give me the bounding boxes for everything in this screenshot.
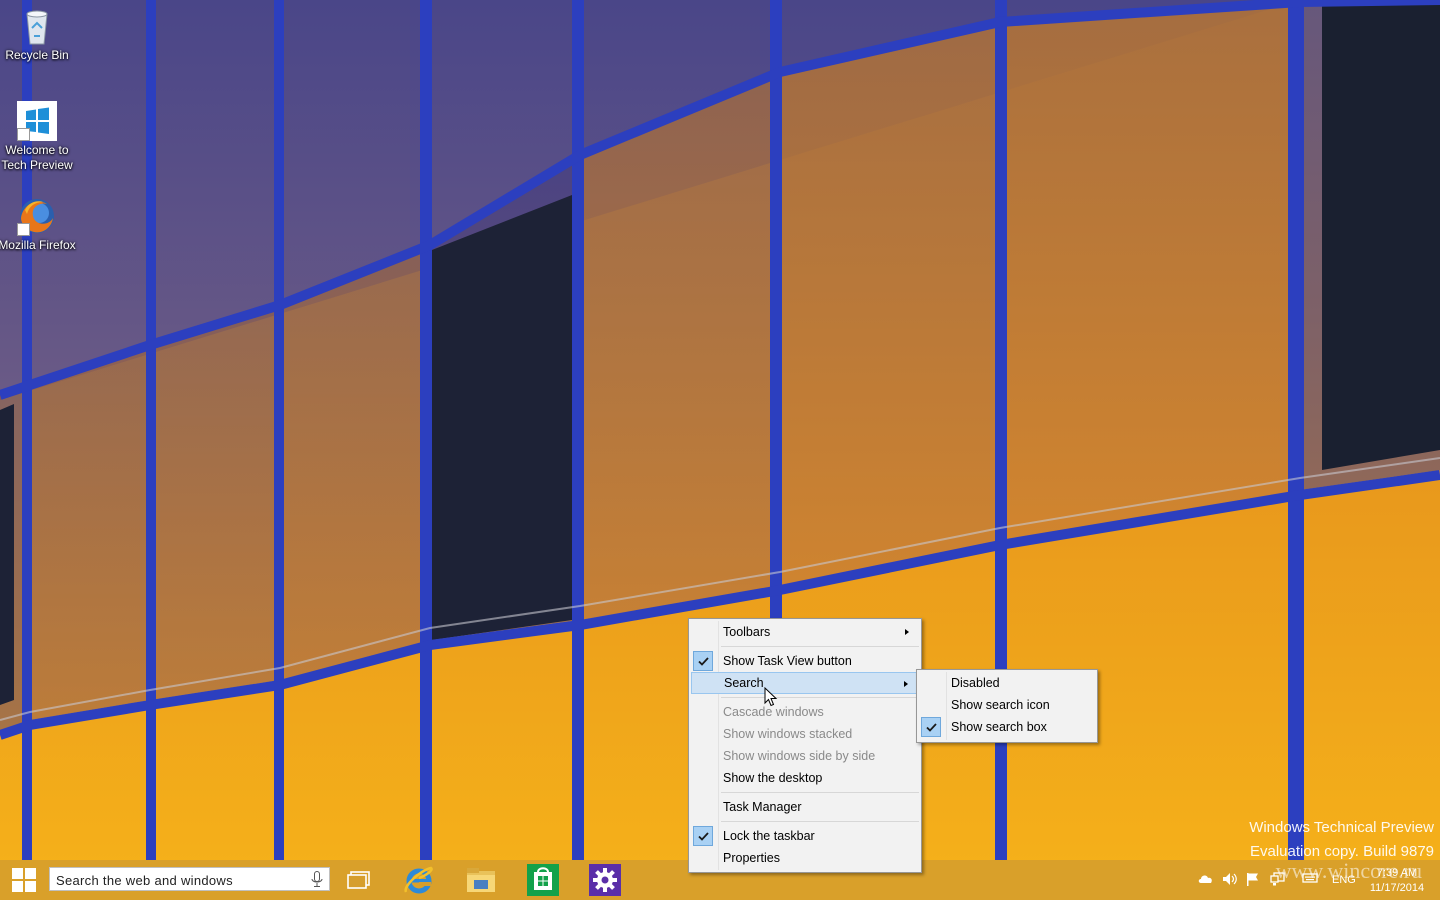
menu-separator [721,792,919,793]
menu-item-label: Show search box [951,720,1047,734]
task-view-icon [347,871,370,889]
submenu-item-show-search-box[interactable]: Show search box [919,716,1095,738]
submenu-item-show-search-icon[interactable]: Show search icon [919,694,1095,716]
internet-explorer-icon [404,866,433,894]
menu-item-show-task-view-button[interactable]: Show Task View button [691,650,919,672]
menu-item-label: Cascade windows [723,705,824,719]
menu-item-task-manager[interactable]: Task Manager [691,796,919,818]
store-icon [527,864,559,896]
desktop-icon-label: Welcome to Tech Preview [1,143,73,172]
submenu-arrow-icon [904,681,908,687]
taskbar-search-box[interactable] [49,867,330,891]
menu-item-label: Toolbars [723,625,771,639]
submenu-item-disabled[interactable]: Disabled [919,672,1095,694]
search-input[interactable] [54,869,308,891]
menu-item-lock-the-taskbar[interactable]: Lock the taskbar [691,825,919,847]
menu-separator [721,646,919,647]
menu-item-label: Search [724,676,764,690]
menu-item-label: Show search icon [951,698,1050,712]
file-explorer-icon [467,868,495,892]
action-center-flag-icon[interactable] [1246,872,1260,886]
start-button[interactable] [0,860,48,900]
submenu-arrow-icon [905,629,909,635]
menu-item-show-the-desktop[interactable]: Show the desktop [691,767,919,789]
desktop-icon-label: Recycle Bin [5,48,69,62]
menu-item-label: Lock the taskbar [723,829,815,843]
menu-item-show-windows-side-by-side: Show windows side by side [691,745,919,767]
windows-logo-icon [17,101,57,141]
checkmark-icon [693,826,713,846]
task-view-button[interactable] [338,860,380,900]
microphone-icon[interactable] [311,871,323,888]
menu-separator [721,821,919,822]
menu-item-label: Properties [723,851,780,865]
checkmark-icon [693,651,713,671]
menu-item-properties[interactable]: Properties [691,847,919,869]
volume-icon[interactable] [1222,872,1238,886]
menu-item-label: Disabled [951,676,1000,690]
taskbar-context-menu: Toolbars Show Task View button Search Ca… [688,618,922,873]
menu-item-show-windows-stacked: Show windows stacked [691,723,919,745]
shortcut-arrow-icon [17,128,30,141]
menu-item-label: Show the desktop [723,771,823,785]
menu-item-toolbars[interactable]: Toolbars [691,621,919,643]
evaluation-watermark: Windows Technical Preview Evaluation cop… [1249,816,1434,864]
settings-icon [589,864,621,896]
menu-item-label: Show Task View button [723,654,852,668]
watermark-line-1: Windows Technical Preview [1249,819,1434,836]
desktop-icon-mozilla-firefox[interactable]: Mozilla Firefox [0,196,77,253]
search-submenu: Disabled Show search icon Show search bo… [916,669,1098,743]
file-explorer-button[interactable] [460,860,502,900]
windows-start-icon [12,868,36,892]
internet-explorer-button[interactable] [398,860,440,900]
shortcut-arrow-icon [17,223,30,236]
recycle-bin-icon [17,6,57,46]
site-watermark: www.wincore.ru [1275,858,1422,883]
menu-item-label: Show windows side by side [723,749,876,763]
menu-separator [721,697,919,698]
menu-item-search[interactable]: Search [691,672,919,694]
desktop-icon-label: Mozilla Firefox [0,238,76,252]
menu-item-cascade-windows: Cascade windows [691,701,919,723]
store-button[interactable] [522,860,564,900]
desktop-icon-recycle-bin[interactable]: Recycle Bin [0,6,77,63]
onedrive-icon[interactable] [1198,872,1214,886]
menu-item-label: Show windows stacked [723,727,853,741]
desktop-icon-welcome-tech-preview[interactable]: Welcome to Tech Preview [0,101,77,173]
settings-button[interactable] [584,860,626,900]
firefox-icon [17,196,57,236]
mouse-cursor-icon [764,687,778,707]
menu-item-label: Task Manager [723,800,802,814]
checkmark-icon [921,717,941,737]
